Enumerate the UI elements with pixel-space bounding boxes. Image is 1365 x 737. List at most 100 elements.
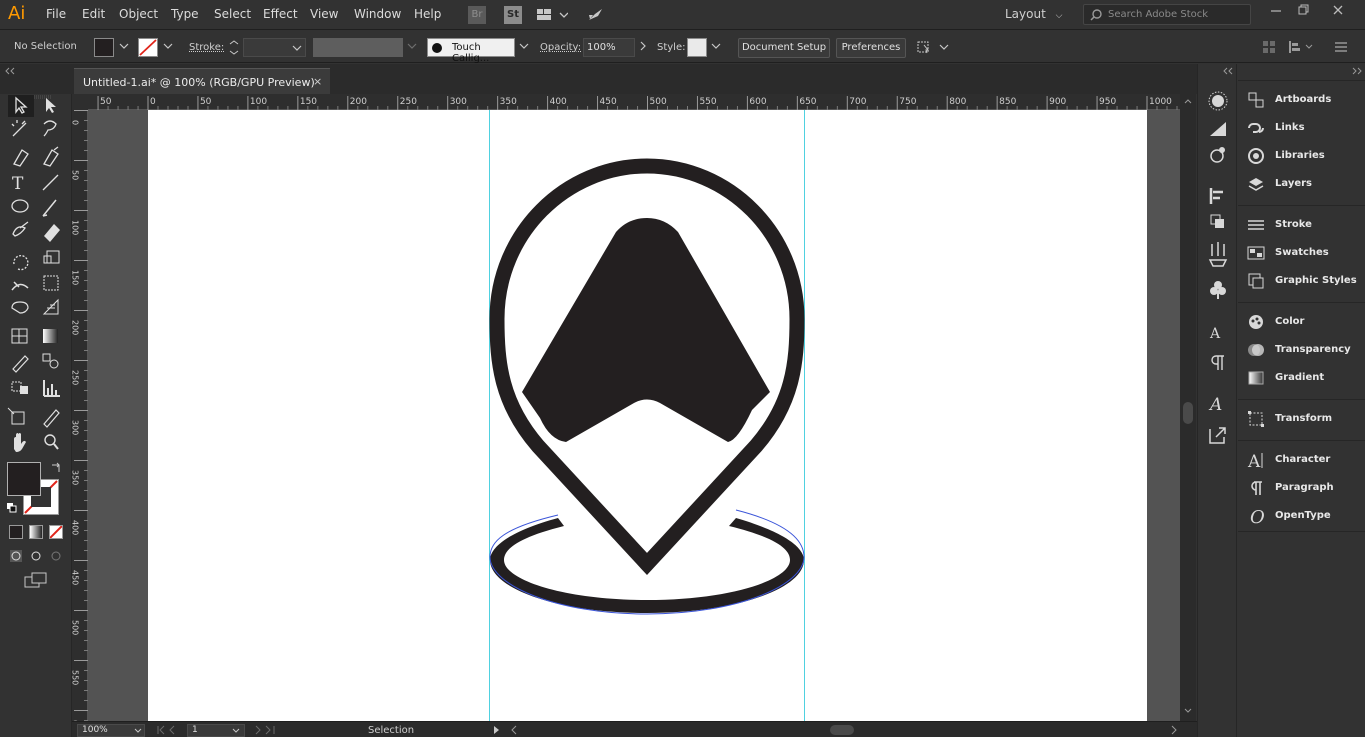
screen-mode-icon[interactable] — [24, 572, 48, 590]
workspace-switcher[interactable]: Layout ⌵ — [1005, 7, 1062, 21]
type-tool[interactable] — [10, 172, 32, 192]
perspective-grid-tool[interactable] — [40, 297, 62, 317]
fill-color-box[interactable] — [7, 462, 41, 496]
panel-character[interactable]: A Character — [1238, 447, 1365, 473]
scroll-up-icon[interactable] — [1184, 98, 1192, 104]
panel-swatches[interactable]: Swatches — [1238, 240, 1365, 266]
strip-export-button[interactable] — [1208, 430, 1228, 450]
chevron-down-icon[interactable] — [163, 41, 173, 51]
scale-tool[interactable] — [40, 248, 62, 268]
menu-help[interactable]: Help — [414, 7, 441, 21]
bridge-button[interactable]: Br — [468, 6, 486, 24]
transform-align-icon[interactable] — [1288, 40, 1316, 54]
collapse-left-icon[interactable] — [1222, 67, 1234, 75]
arrange-icon[interactable] — [916, 39, 950, 55]
chevron-right-icon[interactable] — [638, 41, 648, 51]
menu-window[interactable]: Window — [354, 7, 401, 21]
chevron-down-icon[interactable] — [119, 41, 129, 51]
stroke-label[interactable]: Stroke: — [189, 42, 224, 53]
shape-builder-tool[interactable] — [10, 297, 32, 317]
strip-pathfinder-button[interactable] — [1208, 214, 1228, 234]
slice-tool[interactable] — [40, 407, 62, 427]
preferences-button[interactable]: Preferences — [836, 38, 906, 58]
restore-button[interactable] — [1294, 4, 1314, 22]
panel-opentype[interactable]: O OpenType — [1238, 503, 1365, 529]
menu-object[interactable]: Object — [119, 7, 158, 21]
gpu-performance-button[interactable] — [586, 6, 606, 24]
selection-tool[interactable] — [8, 95, 34, 117]
horizontal-scroll-thumb[interactable] — [830, 725, 854, 735]
chevron-down-icon[interactable] — [407, 41, 417, 51]
close-window-button[interactable] — [1328, 4, 1348, 22]
scroll-right-icon[interactable] — [1170, 725, 1178, 735]
blob-brush-tool[interactable] — [10, 220, 32, 240]
ruler-origin[interactable] — [72, 94, 88, 110]
zoom-tool[interactable] — [40, 432, 62, 452]
variable-width-profile[interactable] — [313, 38, 403, 57]
collapse-left-icon[interactable] — [4, 67, 16, 75]
chevron-down-icon[interactable] — [711, 41, 721, 51]
panel-transform[interactable]: Transform — [1238, 406, 1365, 432]
document-setup-button[interactable]: Document Setup — [738, 38, 830, 58]
free-transform-tool[interactable] — [40, 272, 62, 292]
fill-swatch[interactable] — [94, 38, 114, 57]
hand-tool[interactable] — [10, 432, 32, 452]
mesh-tool[interactable] — [10, 326, 32, 346]
chevron-down-icon[interactable] — [519, 41, 529, 51]
gradient-mode-button[interactable] — [29, 525, 43, 539]
scroll-down-icon[interactable] — [1184, 708, 1192, 714]
zoom-field[interactable]: 100% — [77, 724, 145, 737]
panel-links[interactable]: Links — [1238, 115, 1365, 141]
opacity-label[interactable]: Opacity: — [540, 42, 581, 53]
horizontal-ruler[interactable]: 50 0 50 100 150 200 250 300 350 400 450 500 550 600 65… — [88, 94, 1188, 110]
direct-selection-tool[interactable] — [40, 95, 62, 115]
eraser-tool[interactable] — [40, 220, 62, 240]
brush-definition[interactable]: Touch Callig... — [427, 38, 515, 64]
paintbrush-tool[interactable] — [40, 196, 62, 216]
stock-button[interactable]: St — [504, 6, 522, 24]
stock-search-field[interactable]: Search Adobe Stock — [1083, 4, 1251, 25]
ellipse-tool[interactable] — [10, 196, 32, 216]
stroke-weight-stepper[interactable] — [228, 38, 242, 57]
strip-glyphs-button[interactable] — [1208, 394, 1228, 414]
rotate-tool[interactable] — [10, 248, 32, 268]
artboard-tool[interactable] — [10, 407, 32, 427]
none-mode-button[interactable] — [49, 525, 63, 539]
magic-wand-tool[interactable] — [10, 121, 32, 141]
vertical-scroll-thumb[interactable] — [1183, 402, 1193, 424]
close-document-button[interactable]: × — [313, 75, 322, 88]
strip-paragraph-button[interactable] — [1208, 352, 1228, 372]
strip-shape-button[interactable] — [1208, 118, 1228, 138]
minimize-button[interactable] — [1266, 4, 1286, 22]
draw-modes-icon[interactable] — [9, 549, 65, 563]
graphic-style-swatch[interactable] — [687, 38, 707, 57]
eyedropper-tool[interactable] — [10, 352, 32, 372]
panel-gradient[interactable]: Gradient — [1238, 365, 1365, 391]
strip-symbols-button[interactable] — [1208, 282, 1228, 302]
strip-brushes-button[interactable] — [1208, 254, 1228, 274]
strip-sun-button[interactable] — [1208, 90, 1228, 110]
vertical-scrollbar[interactable] — [1180, 94, 1196, 721]
blend-tool[interactable] — [40, 352, 62, 372]
status-menu-icon[interactable] — [493, 725, 501, 735]
scroll-left-icon[interactable] — [510, 725, 518, 735]
default-colors-icon[interactable] — [6, 502, 18, 514]
arrange-documents-button[interactable] — [536, 6, 569, 24]
panel-color[interactable]: Color — [1238, 309, 1365, 335]
lasso-tool[interactable] — [40, 121, 62, 141]
location-pin-artwork[interactable] — [88, 110, 1180, 721]
panel-graphic-styles[interactable]: Graphic Styles — [1238, 268, 1365, 294]
pen-tool[interactable] — [10, 148, 32, 168]
menu-icon[interactable] — [1334, 40, 1348, 54]
stroke-weight-field[interactable] — [243, 38, 306, 57]
pin-arrow-shape[interactable] — [522, 218, 770, 442]
canvas-area[interactable] — [88, 110, 1180, 721]
line-segment-tool[interactable] — [40, 172, 62, 192]
panel-paragraph[interactable]: Paragraph — [1238, 475, 1365, 501]
document-tab[interactable]: Untitled-1.ai* @ 100% (RGB/GPU Preview) … — [74, 68, 330, 94]
panel-libraries[interactable]: Libraries — [1238, 143, 1365, 169]
panel-layers[interactable]: Layers — [1238, 171, 1365, 197]
strip-appearance-button[interactable] — [1208, 146, 1228, 166]
menu-edit[interactable]: Edit — [82, 7, 105, 21]
panel-stroke[interactable]: Stroke — [1238, 212, 1365, 238]
